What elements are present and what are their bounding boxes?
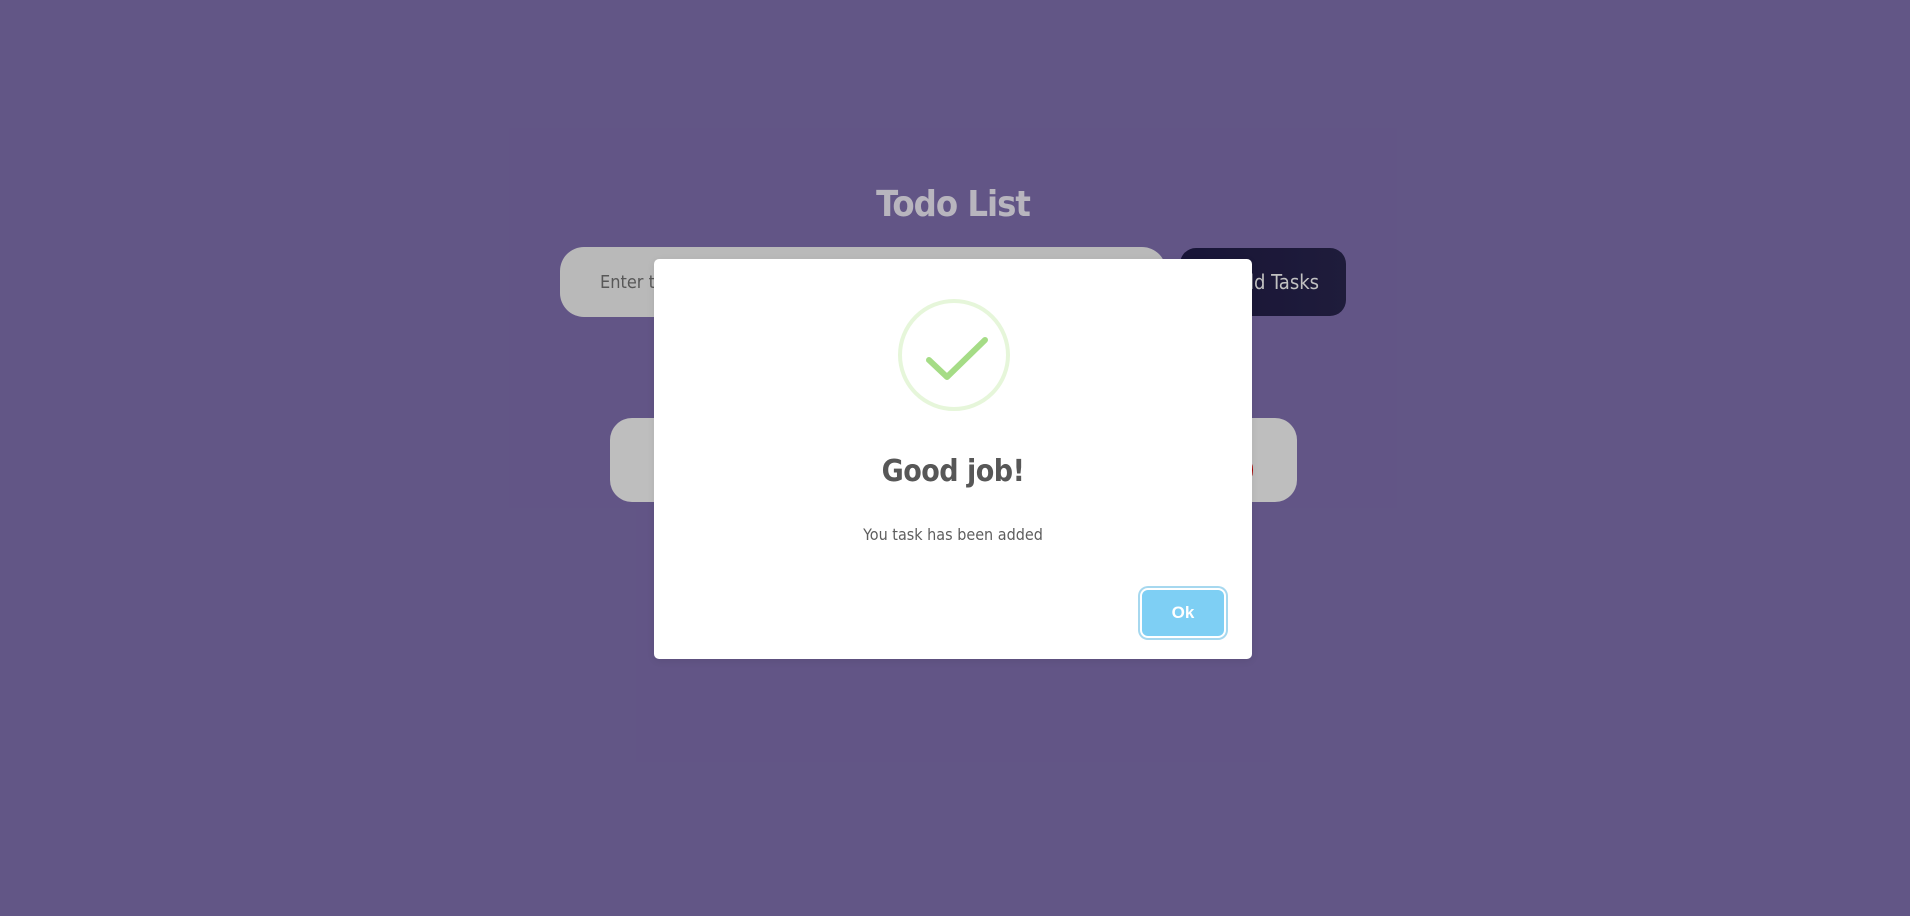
success-dialog: Good job! You task has been added Ok bbox=[654, 259, 1252, 659]
dialog-title: Good job! bbox=[881, 454, 1025, 489]
success-check-icon bbox=[898, 299, 1010, 411]
dialog-message: You task has been added bbox=[863, 525, 1043, 544]
ok-button[interactable]: Ok bbox=[1142, 590, 1224, 636]
